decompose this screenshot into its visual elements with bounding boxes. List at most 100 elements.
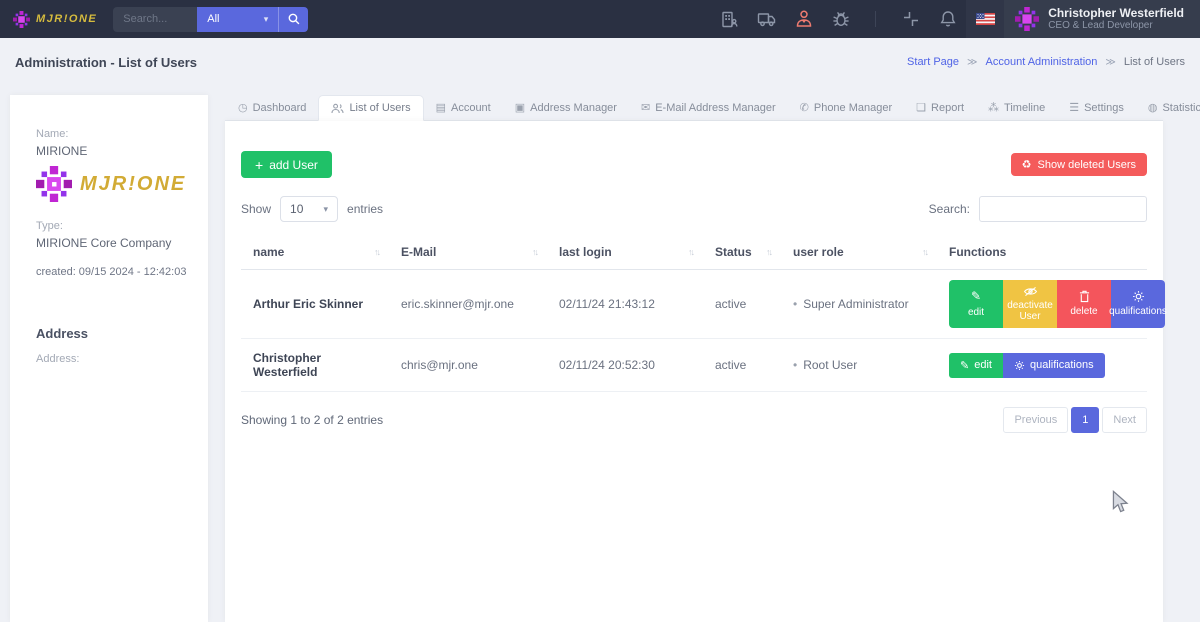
person-icon bbox=[793, 8, 815, 30]
company-logo-text: MJR!ONE bbox=[80, 173, 186, 196]
table-row: Christopher Westerfield chris@mjr.one 02… bbox=[241, 339, 1147, 392]
language-selector[interactable] bbox=[966, 0, 1004, 38]
tab-report[interactable]: ❏ Report bbox=[904, 95, 976, 120]
cell-name: Christopher Westerfield bbox=[241, 339, 389, 391]
page-header: Administration - List of Users Start Pag… bbox=[0, 38, 1200, 86]
timeline-icon: ⁂ bbox=[988, 101, 999, 114]
statistics-icon: ◍ bbox=[1148, 101, 1158, 114]
brand-text: MJR!ONE bbox=[36, 13, 97, 25]
breadcrumb: Start Page ≫ Account Administration ≫ Li… bbox=[907, 56, 1185, 68]
user-admin-button[interactable] bbox=[785, 0, 822, 38]
tab-phone-manager[interactable]: ✆ Phone Manager bbox=[788, 95, 905, 120]
cell-user-role: •Super Administrator bbox=[781, 285, 937, 323]
main-area: ◷ Dashboard List of Users ▤ Account ▣ Ad… bbox=[225, 95, 1163, 622]
sort-icon: ↑↓ bbox=[374, 247, 379, 257]
cell-status: active bbox=[703, 346, 781, 384]
breadcrumb-current: List of Users bbox=[1124, 56, 1185, 68]
tab-settings[interactable]: ☰ Settings bbox=[1057, 95, 1136, 120]
address-label: Address: bbox=[36, 353, 192, 365]
email-icon: ✉ bbox=[641, 101, 650, 114]
table-search-input[interactable] bbox=[979, 196, 1147, 222]
pagination-next[interactable]: Next bbox=[1102, 407, 1147, 433]
add-user-button[interactable]: + add User bbox=[241, 151, 332, 178]
tab-email-address-manager[interactable]: ✉ E-Mail Address Manager bbox=[629, 95, 788, 120]
company-button[interactable] bbox=[711, 0, 748, 38]
cell-last-login: 02/11/24 21:43:12 bbox=[547, 285, 703, 323]
column-header-user-role[interactable]: user role ↑↓ bbox=[781, 236, 937, 269]
gear-icon bbox=[1132, 290, 1145, 303]
sort-icon: ↑↓ bbox=[532, 247, 537, 257]
users-icon bbox=[331, 103, 344, 114]
search-button[interactable] bbox=[278, 7, 308, 32]
edit-button[interactable]: ✎ edit bbox=[949, 353, 1003, 378]
bell-icon bbox=[938, 9, 958, 29]
recycle-icon: ♻ bbox=[1022, 158, 1032, 171]
eye-slash-icon bbox=[1023, 286, 1038, 297]
cell-functions: ✎ edit qualifications bbox=[937, 343, 1147, 388]
gear-icon bbox=[1014, 360, 1025, 371]
company-name-value: MIRIONE bbox=[36, 144, 192, 158]
column-header-email[interactable]: E-Mail ↑↓ bbox=[389, 236, 547, 269]
show-deleted-users-button[interactable]: ♻ Show deleted Users bbox=[1011, 153, 1147, 176]
tab-list-of-users[interactable]: List of Users bbox=[318, 95, 423, 121]
pagination-previous[interactable]: Previous bbox=[1003, 407, 1068, 433]
chevron-down-icon: ▾ bbox=[324, 204, 329, 215]
sort-icon: ↑↓ bbox=[688, 247, 693, 257]
company-type-label: Type: bbox=[36, 220, 192, 232]
deactivate-user-button[interactable]: deactivate User bbox=[1003, 280, 1057, 328]
plus-icon: + bbox=[255, 157, 263, 173]
pencil-icon: ✎ bbox=[971, 290, 981, 304]
user-display-name: Christopher Westerfield bbox=[1048, 6, 1184, 20]
avatar bbox=[1015, 7, 1039, 31]
column-header-last-login[interactable]: last login ↑↓ bbox=[547, 236, 703, 269]
truck-icon bbox=[756, 8, 778, 30]
flower-logo-icon bbox=[36, 166, 72, 202]
pagination: Previous 1 Next bbox=[1003, 407, 1147, 433]
edit-button[interactable]: ✎ edit bbox=[949, 280, 1003, 328]
tab-dashboard[interactable]: ◷ Dashboard bbox=[226, 95, 318, 120]
cell-email: eric.skinner@mjr.one bbox=[389, 285, 547, 323]
pagination-page-1[interactable]: 1 bbox=[1071, 407, 1099, 433]
qualifications-button[interactable]: qualifications bbox=[1111, 280, 1165, 328]
building-icon bbox=[719, 9, 740, 30]
tab-timeline[interactable]: ⁂ Timeline bbox=[976, 95, 1057, 120]
page-size-select[interactable]: 10 ▾ bbox=[280, 196, 338, 222]
tab-statistics[interactable]: ◍ Statistics bbox=[1136, 95, 1200, 120]
phone-icon: ✆ bbox=[800, 101, 809, 114]
logistics-button[interactable] bbox=[748, 0, 785, 38]
bullet-icon: • bbox=[793, 297, 797, 311]
breadcrumb-start-page[interactable]: Start Page bbox=[907, 56, 959, 68]
column-header-name[interactable]: name ↑↓ bbox=[241, 236, 389, 269]
flower-logo-icon bbox=[13, 11, 30, 28]
top-navbar: MJR!ONE All ▾ bbox=[0, 0, 1200, 38]
debug-button[interactable] bbox=[822, 0, 859, 38]
qualifications-button[interactable]: qualifications bbox=[1003, 353, 1105, 378]
navbar-divider bbox=[875, 11, 876, 27]
pencil-icon: ✎ bbox=[960, 359, 969, 372]
delete-button[interactable]: delete bbox=[1057, 280, 1111, 328]
brand-logo[interactable]: MJR!ONE bbox=[0, 11, 113, 28]
user-display-role: CEO & Lead Developer bbox=[1048, 20, 1184, 32]
search-filter-dropdown[interactable]: All ▾ bbox=[197, 7, 278, 32]
bullet-icon: • bbox=[793, 358, 797, 372]
company-type-value: MIRIONE Core Company bbox=[36, 236, 192, 250]
notifications-button[interactable] bbox=[929, 0, 966, 38]
company-logo: MJR!ONE bbox=[36, 166, 192, 202]
cell-email: chris@mjr.one bbox=[389, 346, 547, 384]
list-of-users-panel: + add User ♻ Show deleted Users Show 10 … bbox=[225, 121, 1163, 622]
us-flag-icon bbox=[976, 13, 995, 25]
user-menu[interactable]: Christopher Westerfield CEO & Lead Devel… bbox=[1004, 0, 1200, 38]
entries-label: entries bbox=[347, 202, 383, 216]
tab-address-manager[interactable]: ▣ Address Manager bbox=[503, 95, 629, 120]
global-search-input[interactable] bbox=[113, 7, 197, 32]
trash-icon bbox=[1079, 290, 1090, 303]
compress-icon bbox=[901, 9, 921, 29]
cell-functions: ✎ edit deactivate User bbox=[937, 270, 1165, 338]
global-search: All ▾ bbox=[113, 7, 308, 32]
quick-actions-button[interactable] bbox=[892, 0, 929, 38]
users-table: name ↑↓ E-Mail ↑↓ last login ↑↓ Status ↑… bbox=[241, 236, 1147, 392]
column-header-status[interactable]: Status ↑↓ bbox=[703, 236, 781, 269]
breadcrumb-account-administration[interactable]: Account Administration bbox=[986, 56, 1098, 68]
tab-account[interactable]: ▤ Account bbox=[424, 95, 503, 120]
table-header-row: name ↑↓ E-Mail ↑↓ last login ↑↓ Status ↑… bbox=[241, 236, 1147, 270]
